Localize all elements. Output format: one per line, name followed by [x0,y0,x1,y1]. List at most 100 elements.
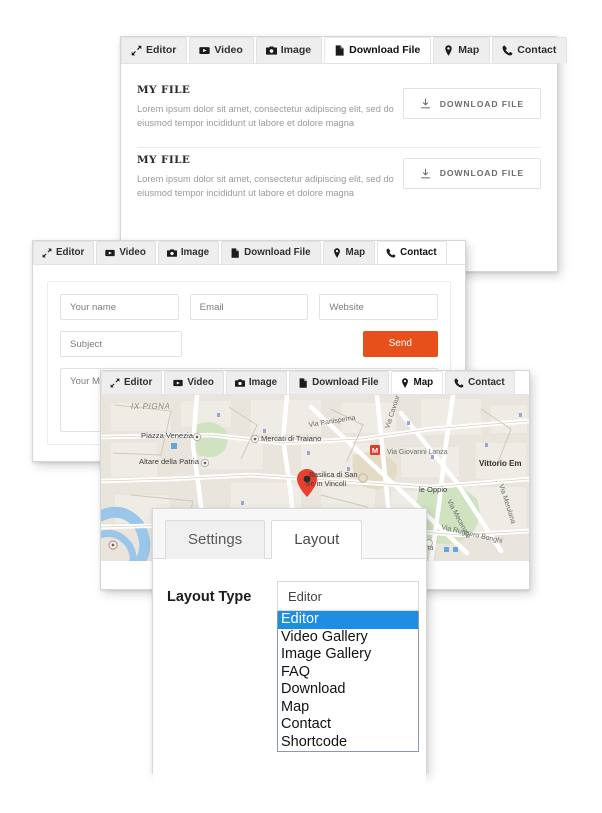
send-button[interactable]: Send [362,331,438,357]
tab-layout[interactable]: Layout [271,520,363,559]
tab-image[interactable]: Image [225,371,288,394]
tab-editor[interactable]: Editor [101,371,163,394]
file-icon [230,248,240,258]
option-download[interactable]: Download [278,681,418,699]
map-pin-icon [332,248,342,258]
file-title: MY FILE [137,153,191,166]
tab-editor[interactable]: Editor [121,37,188,63]
expand-arrows-icon [131,45,142,56]
file-description: Lorem ipsum dolor sit amet, consectetur … [137,173,394,199]
tab-video-label: Video [214,44,243,57]
svg-text:Via Giovanni Lanza: Via Giovanni Lanza [387,449,448,456]
tab-contact-label: Contact [517,44,557,57]
download-row-text: MY FILE Lorem ipsum dolor sit amet, cons… [137,154,395,201]
tab-image-label: Image [180,247,210,259]
download-file-button-label: DOWNLOAD FILE [439,98,524,109]
tab-map-label: Map [458,44,480,57]
map-pin-icon [443,45,454,56]
option-faq[interactable]: FAQ [278,664,418,682]
download-file-panel: Editor Video Image Download File Map Con… [120,36,568,272]
download-row-text: MY FILE Lorem ipsum dolor sit amet, cons… [137,84,395,131]
tab-map[interactable]: Map [433,37,491,63]
settings-body: Layout Type Editor Editor Video Gallery … [153,559,426,813]
download-icon [420,98,431,109]
subject-input[interactable]: Subject [60,331,182,357]
layout-type-label: Layout Type [167,589,252,605]
svg-text:Basilica di San: Basilica di San [309,470,357,479]
camera-icon [166,248,177,258]
tab-download-file-label: Download File [349,44,421,57]
tab-video[interactable]: Video [164,371,224,394]
tab-image[interactable]: Image [157,241,220,264]
contact-form-row-2: Subject Send [60,331,438,357]
contact-form-row-1: Your name Email Website [60,294,439,320]
camera-icon [265,45,277,56]
option-contact[interactable]: Contact [278,716,418,734]
option-editor[interactable]: Editor [278,611,418,629]
tabbar-contact-panel: Editor Video Image Download File Map Con… [33,241,465,265]
camera-icon [234,378,245,388]
download-file-button[interactable]: DOWNLOAD FILE [402,157,541,189]
expand-arrows-icon [110,378,120,388]
tab-editor[interactable]: Editor [33,241,95,264]
tabbar-map-panel: Editor Video Image Download File Map Con… [101,371,529,395]
tab-download-file-label: Download File [312,377,379,389]
tab-image-label: Image [248,377,278,389]
tab-video-label: Video [119,247,146,259]
layout-type-options[interactable]: Editor Video Gallery Image Gallery FAQ D… [277,611,419,752]
phone-icon [386,248,396,258]
svg-text:M: M [372,446,378,455]
tab-contact[interactable]: Contact [445,371,515,394]
file-title: MY FILE [137,84,191,96]
screenshot-stage: Editor Video Image Download File Map Con… [0,0,602,813]
tab-map[interactable]: Map [390,371,444,394]
tab-image[interactable]: Image [255,37,323,63]
download-icon [420,168,431,179]
tab-map-label: Map [345,247,366,259]
download-file-button-label: DOWNLOAD FILE [439,168,524,179]
email-input[interactable]: Email [189,294,309,320]
svg-text:Altare della Patria: Altare della Patria [139,457,200,466]
svg-text:tro in Vincoli: tro in Vincoli [306,479,346,488]
map-pin-icon [400,378,410,388]
tab-editor-label: Editor [56,247,85,259]
expand-arrows-icon [42,248,52,258]
file-icon [334,45,345,56]
download-file-body: MY FILE Lorem ipsum dolor sit amet, cons… [121,64,557,217]
tab-download-file[interactable]: Download File [221,241,321,264]
download-file-button[interactable]: DOWNLOAD FILE [402,88,541,119]
option-map[interactable]: Map [278,699,418,717]
layout-type-select-wrap: Editor Editor Video Gallery Image Galler… [277,581,419,752]
tab-contact[interactable]: Contact [492,37,568,63]
option-shortcode[interactable]: Shortcode [278,734,418,752]
tab-settings[interactable]: Settings [165,520,266,559]
layout-type-select[interactable]: Editor [277,581,419,611]
tab-contact-label: Contact [468,377,505,389]
option-image-gallery[interactable]: Image Gallery [278,646,418,664]
tab-contact-label: Contact [400,247,437,259]
svg-text:Piazza Venezia: Piazza Venezia [141,431,194,440]
video-icon [105,248,115,258]
name-input[interactable]: Your name [60,294,179,320]
video-icon [173,378,183,388]
tab-map[interactable]: Map [322,241,376,264]
phone-icon [454,378,464,388]
download-row: MY FILE Lorem ipsum dolor sit amet, cons… [137,148,541,217]
tab-contact[interactable]: Contact [377,241,447,264]
settings-tabbar: Settings Layout [153,509,426,559]
tab-download-file[interactable]: Download File [324,37,432,63]
layout-type-row: Layout Type Editor Editor Video Gallery … [153,581,426,752]
website-input[interactable]: Website [319,294,439,320]
tab-download-file-label: Download File [244,247,311,259]
tab-video[interactable]: Video [189,37,254,63]
file-icon [298,378,308,388]
tab-video[interactable]: Video [96,241,156,264]
option-video-gallery[interactable]: Video Gallery [278,629,418,647]
svg-text:Vittorio Em: Vittorio Em [479,459,522,468]
tab-map-label: Map [413,377,434,389]
phone-icon [502,45,513,56]
video-icon [199,45,210,56]
metro-badge: M [370,445,380,455]
download-row: MY FILE Lorem ipsum dolor sit amet, cons… [137,78,541,148]
tab-download-file[interactable]: Download File [289,371,389,394]
